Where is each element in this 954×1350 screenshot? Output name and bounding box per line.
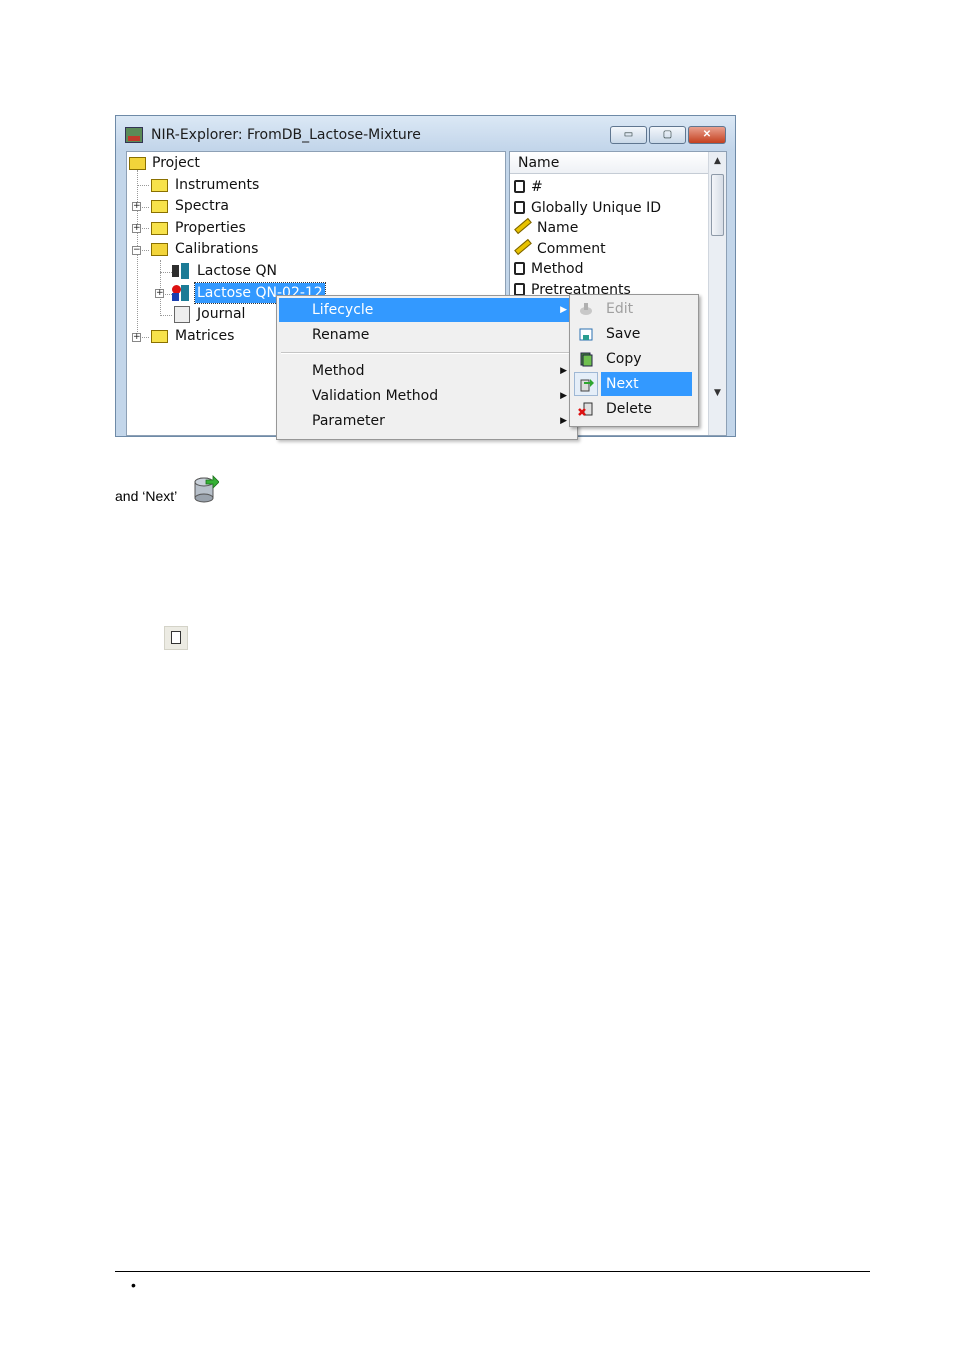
property-label: Name	[537, 220, 579, 236]
scroll-up-arrow-icon[interactable]: ▲	[709, 152, 726, 170]
menu-separator	[281, 352, 571, 354]
menu-item-label: Rename	[312, 327, 370, 343]
next-icon	[580, 379, 594, 392]
lock-icon	[514, 262, 525, 275]
menu-item-label: Lifecycle	[312, 302, 374, 318]
property-row[interactable]: Name	[514, 217, 579, 238]
property-label: #	[531, 179, 543, 195]
property-row[interactable]: Comment	[514, 238, 606, 259]
tree-item-label: Properties	[175, 220, 246, 236]
menu-item-rename[interactable]: Rename	[279, 323, 575, 347]
open-folder-icon	[151, 243, 168, 256]
menu-item-parameter[interactable]: Parameter ▶	[279, 409, 575, 433]
scroll-down-arrow-icon[interactable]: ▼	[709, 384, 726, 402]
title-bar[interactable]: NIR-Explorer: FromDB_Lactose-Mixture ▭ ▢…	[116, 116, 735, 150]
close-button[interactable]: ✕	[688, 126, 726, 144]
tree-item-label: Instruments	[175, 177, 260, 193]
submenu-arrow-icon: ▶	[560, 305, 567, 315]
delete-icon	[578, 402, 593, 416]
window-title: NIR-Explorer: FromDB_Lactose-Mixture	[151, 127, 421, 143]
lock-icon	[514, 180, 525, 193]
expand-spectra-icon[interactable]: +	[132, 202, 141, 211]
next-database-icon	[194, 475, 219, 503]
tree-item-label: Lactose QN	[197, 263, 277, 279]
submenu-arrow-icon: ▶	[560, 366, 567, 376]
tree-item-label: Project	[152, 155, 200, 171]
submenu-item-next[interactable]: Next	[572, 372, 696, 396]
folder-icon	[151, 330, 168, 343]
lock-icon	[514, 201, 525, 214]
tree-item-label: Journal	[197, 306, 246, 322]
pencil-icon	[514, 217, 532, 235]
submenu-item-copy[interactable]: Copy	[572, 347, 696, 371]
minimize-button[interactable]: ▭	[610, 126, 647, 144]
menu-item-validation-method[interactable]: Validation Method ▶	[279, 384, 575, 408]
submenu-item-label: Delete	[606, 401, 652, 417]
folder-icon	[151, 222, 168, 235]
expand-matrices-icon[interactable]: +	[132, 333, 141, 342]
submenu-item-label: Next	[601, 372, 692, 396]
context-menu: Lifecycle ▶ Rename Method ▶ Validation M…	[276, 295, 578, 440]
property-label: Globally Unique ID	[531, 200, 662, 216]
edit-icon	[580, 303, 592, 315]
calibration-icon	[172, 263, 190, 279]
expand-properties-icon[interactable]: +	[132, 224, 141, 233]
scroll-thumb[interactable]	[711, 174, 724, 236]
lifecycle-submenu: Edit Save Copy Next Delete	[569, 294, 699, 427]
vertical-scrollbar[interactable]: ▲ ▼	[708, 152, 726, 435]
submenu-item-edit[interactable]: Edit	[572, 297, 696, 321]
tree-item-label: Spectra	[175, 198, 229, 214]
submenu-item-label: Save	[606, 326, 641, 342]
pencil-icon	[514, 238, 532, 256]
property-label: Comment	[537, 241, 606, 257]
menu-item-label: Parameter	[312, 413, 385, 429]
save-icon	[579, 328, 593, 341]
property-row[interactable]: #	[514, 177, 543, 197]
footer-rule	[115, 1271, 870, 1272]
collapse-calibrations-icon[interactable]: −	[132, 246, 141, 255]
tree-item-label: Matrices	[175, 328, 235, 344]
copy-icon	[580, 352, 593, 367]
new-page-icon	[164, 626, 188, 650]
folder-icon	[151, 179, 168, 192]
journal-icon	[174, 306, 190, 323]
submenu-item-delete[interactable]: Delete	[572, 397, 696, 421]
folder-icon	[151, 200, 168, 213]
submenu-item-save[interactable]: Save	[572, 322, 696, 346]
maximize-button[interactable]: ▢	[649, 126, 686, 144]
footer-bullet: •	[131, 1277, 136, 1293]
submenu-arrow-icon: ▶	[560, 391, 567, 401]
submenu-item-label: Edit	[606, 301, 634, 317]
open-folder-icon	[129, 157, 146, 170]
submenu-arrow-icon: ▶	[560, 416, 567, 426]
menu-item-label: Validation Method	[312, 388, 439, 404]
submenu-item-label: Copy	[606, 351, 642, 367]
menu-item-lifecycle[interactable]: Lifecycle ▶	[279, 298, 575, 322]
calibration-active-icon	[172, 285, 190, 301]
menu-item-method[interactable]: Method ▶	[279, 359, 575, 383]
nir-app-icon	[125, 127, 143, 143]
caption-text: and ‘Next’	[115, 488, 178, 504]
menu-item-label: Method	[312, 363, 365, 379]
property-row[interactable]: Globally Unique ID	[514, 198, 661, 218]
expand-lactose-qn-02-12-icon[interactable]: +	[155, 289, 164, 298]
tree-item-label: Calibrations	[175, 241, 259, 257]
name-column-header[interactable]: Name	[510, 152, 708, 174]
property-label: Method	[531, 261, 584, 277]
property-row[interactable]: Method	[514, 259, 584, 279]
